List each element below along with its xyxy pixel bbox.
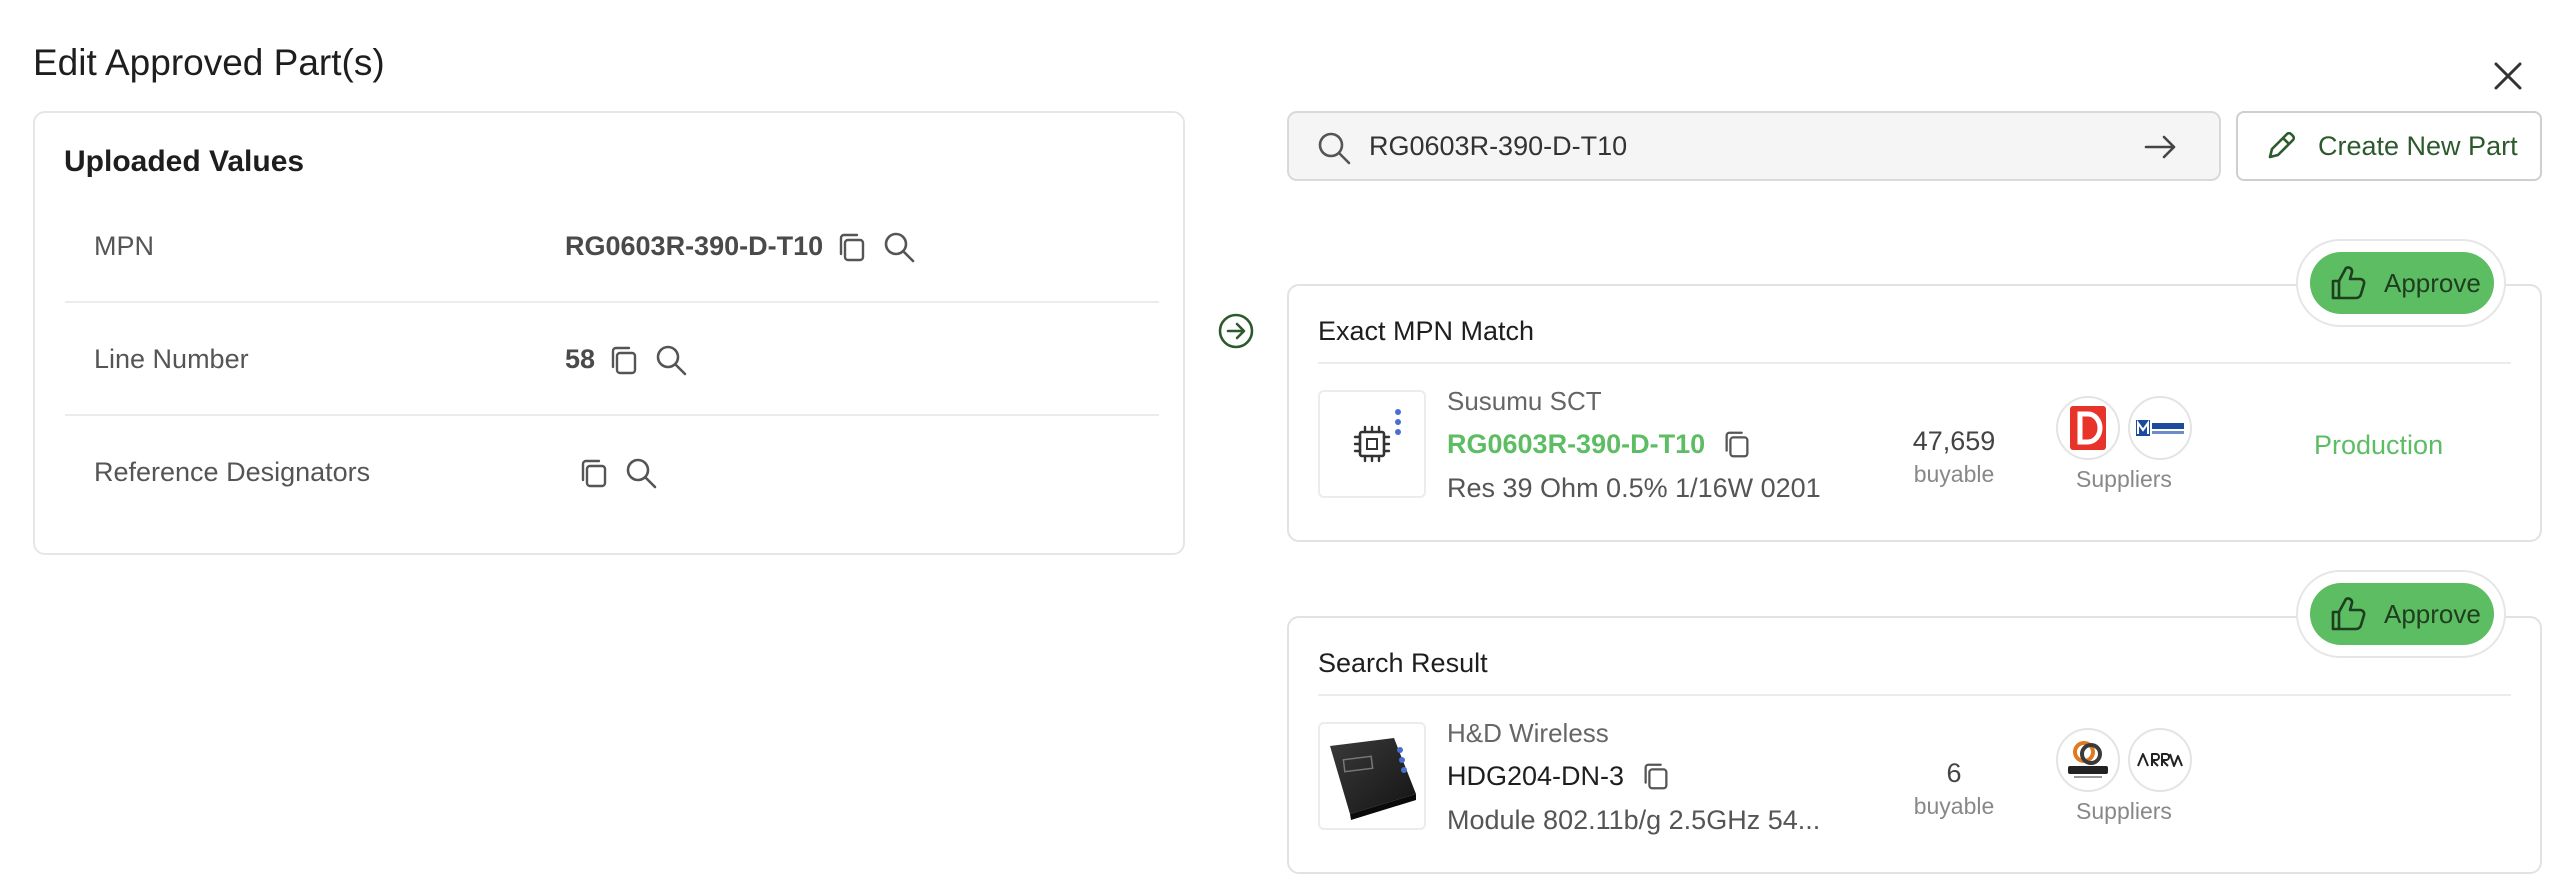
approve-pill: Approve <box>2296 239 2506 327</box>
search-icon <box>1318 132 1351 165</box>
approve-label: Approve <box>2384 598 2481 629</box>
uploaded-row-value: RG0603R-390-D-T10 <box>565 190 917 303</box>
pencil-icon <box>2268 131 2296 159</box>
create-new-part-button[interactable]: Create New Part <box>2236 111 2542 181</box>
uploaded-row-reference-designators: Reference Designators <box>65 416 1159 529</box>
module-image <box>1330 738 1416 820</box>
uploaded-line-number-value: 58 <box>565 344 596 374</box>
uploaded-row-label: MPN <box>94 231 154 261</box>
suppliers-label: Suppliers <box>2076 798 2172 824</box>
copy-icon[interactable] <box>1721 428 1753 460</box>
verical-logo[interactable] <box>2056 728 2120 792</box>
card-divider <box>1318 362 2511 364</box>
buyable-quantity: 6 buyable <box>1894 758 2014 820</box>
part-thumbnail <box>1318 722 1426 830</box>
search-icon[interactable] <box>623 455 659 491</box>
arrow-right-circle-icon[interactable] <box>1216 311 1256 351</box>
card-section-title: Exact MPN Match <box>1318 316 1535 346</box>
part-description: Module 802.11b/g 2.5GHz 54... <box>1447 805 1821 835</box>
manufacturer-name: Susumu SCT <box>1447 386 1602 416</box>
manufacturer-name: H&D Wireless <box>1447 718 1609 748</box>
dialog-title: Edit Approved Part(s) <box>33 42 385 83</box>
quantity-value: 47,659 <box>1912 426 1996 456</box>
uploaded-row-line-number: Line Number 58 <box>65 303 1159 416</box>
uploaded-row-value: 58 <box>565 303 689 416</box>
quantity-label: buyable <box>1913 793 1995 819</box>
part-search-box <box>1287 111 2221 181</box>
approve-pill: Approve <box>2296 570 2506 658</box>
copy-icon[interactable] <box>577 456 611 490</box>
part-mpn-link[interactable]: RG0603R-390-D-T10 <box>1447 429 1705 460</box>
buyable-quantity: 47,659 buyable <box>1894 426 2014 488</box>
part-thumbnail <box>1318 390 1426 498</box>
approve-button[interactable]: Approve <box>2310 252 2494 314</box>
quantity-value: 6 <box>1946 758 1962 788</box>
uploaded-values-title: Uploaded Values <box>64 145 305 178</box>
uploaded-row-label: Reference Designators <box>94 457 371 487</box>
supplier-logos <box>2056 396 2192 460</box>
approve-button[interactable]: Approve <box>2310 583 2494 645</box>
search-icon[interactable] <box>653 342 689 378</box>
suppliers-label: Suppliers <box>2076 466 2172 492</box>
edit-approved-parts-dialog: Edit Approved Part(s) Uploaded Values MP… <box>0 0 2572 894</box>
card-divider <box>1318 694 2511 696</box>
search-icon[interactable] <box>881 229 917 265</box>
copy-icon[interactable] <box>607 343 641 377</box>
uploaded-row-value <box>565 416 659 529</box>
thumbs-up-icon <box>2331 597 2366 631</box>
quantity-label: buyable <box>1913 461 1995 487</box>
arrow-right-icon[interactable] <box>2143 131 2179 163</box>
digikey-logo[interactable] <box>2056 396 2120 460</box>
copy-icon[interactable] <box>1640 760 1672 792</box>
mouser-logo[interactable] <box>2128 396 2192 460</box>
copy-icon[interactable] <box>835 230 869 264</box>
uploaded-row-mpn: MPN RG0603R-390-D-T10 <box>65 190 1159 303</box>
thumbs-up-icon <box>2331 266 2366 300</box>
close-icon[interactable] <box>2488 56 2528 96</box>
card-section-title: Search Result <box>1318 648 1488 678</box>
mpn-line: HDG204-DN-3 <box>1447 760 1672 792</box>
uploaded-row-label: Line Number <box>94 344 249 374</box>
create-new-part-label: Create New Part <box>2318 130 2518 161</box>
part-search-input[interactable] <box>1369 125 2129 167</box>
lifecycle-status: Production <box>2314 430 2444 460</box>
supplier-logos <box>2056 728 2192 792</box>
part-mpn-link[interactable]: HDG204-DN-3 <box>1447 761 1624 792</box>
uploaded-values-panel: Uploaded Values MPN RG0603R-390-D-T10 Li… <box>33 111 1185 555</box>
part-description: Res 39 Ohm 0.5% 1/16W 0201 <box>1447 473 1821 503</box>
approve-label: Approve <box>2384 267 2481 298</box>
chip-icon <box>1353 409 1401 463</box>
arrow-logo[interactable] <box>2128 728 2192 792</box>
uploaded-mpn-value: RG0603R-390-D-T10 <box>565 231 824 261</box>
mpn-line: RG0603R-390-D-T10 <box>1447 428 1753 460</box>
